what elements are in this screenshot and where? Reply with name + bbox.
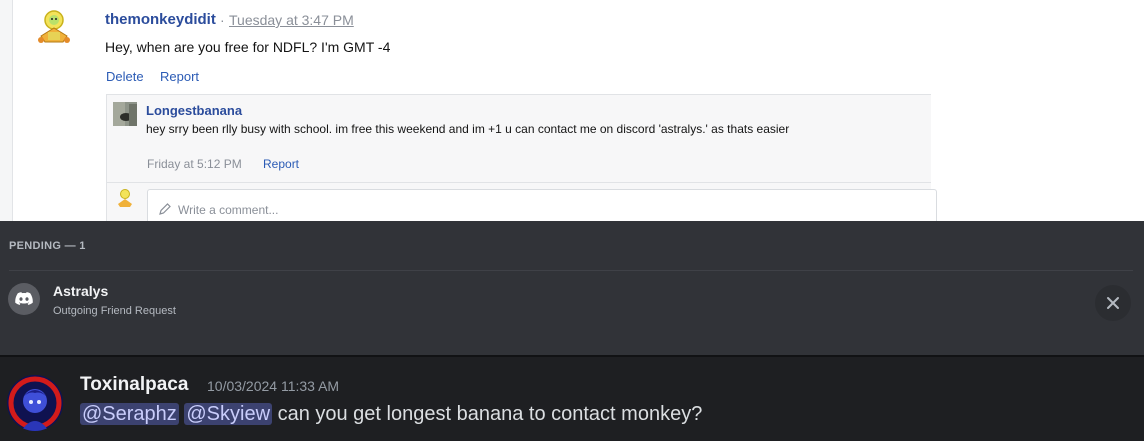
pencil-icon: [159, 203, 171, 215]
toxinalpaca-avatar[interactable]: [7, 375, 63, 431]
reply-report-link[interactable]: Report: [263, 157, 299, 171]
mention-seraphz[interactable]: @Seraphz: [80, 403, 179, 425]
pending-section-label: PENDING — 1: [9, 240, 86, 252]
chat-message-body: can you get longest banana to contact mo…: [277, 403, 703, 425]
post-body: Hey, when are you free for NDFL? I'm GMT…: [105, 39, 391, 55]
reply-author[interactable]: Longestbanana: [146, 103, 242, 118]
chat-username[interactable]: Toxinalpaca: [80, 374, 188, 396]
comment-input[interactable]: Write a comment...: [147, 189, 937, 221]
post-author[interactable]: themonkeydidit: [105, 11, 216, 28]
discord-chat-message: Toxinalpaca 10/03/2024 11:33 AM @Seraphz…: [0, 355, 1144, 441]
discord-pending-panel: PENDING — 1 Astralys Outgoing Friend Req…: [0, 221, 1144, 355]
request-username[interactable]: Astralys: [53, 283, 108, 299]
discord-logo-icon: [15, 292, 33, 305]
monkey-avatar[interactable]: [33, 8, 75, 46]
post-time[interactable]: Tuesday at 3:47 PM: [229, 12, 354, 28]
chat-timestamp: 10/03/2024 11:33 AM: [207, 378, 340, 394]
chat-message-text: @Seraphz @Skyiew can you get longest ban…: [80, 403, 702, 426]
astralys-avatar[interactable]: [8, 283, 40, 315]
reply-container: Longestbanana hey srry been rlly busy wi…: [106, 94, 937, 221]
longestbanana-avatar[interactable]: [113, 102, 137, 126]
reply-time[interactable]: Friday at 5:12 PM: [147, 157, 242, 171]
report-link[interactable]: Report: [160, 69, 199, 84]
request-status: Outgoing Friend Request: [53, 305, 176, 317]
mention-skyiew[interactable]: @Skyiew: [184, 403, 273, 425]
pending-divider: [9, 270, 1133, 271]
delete-link[interactable]: Delete: [106, 69, 144, 84]
post-separator: ·: [220, 12, 225, 28]
close-icon: [1107, 297, 1119, 309]
forum-panel: themonkeydidit · Tuesday at 3:47 PM Hey,…: [0, 0, 1144, 221]
reply-divider: [107, 182, 931, 183]
cancel-request-button[interactable]: [1095, 285, 1131, 321]
forum-left-rail: [0, 0, 13, 221]
comment-placeholder: Write a comment...: [178, 203, 279, 217]
reply-body: hey srry been rlly busy with school. im …: [146, 122, 790, 136]
current-user-avatar: [118, 189, 132, 207]
